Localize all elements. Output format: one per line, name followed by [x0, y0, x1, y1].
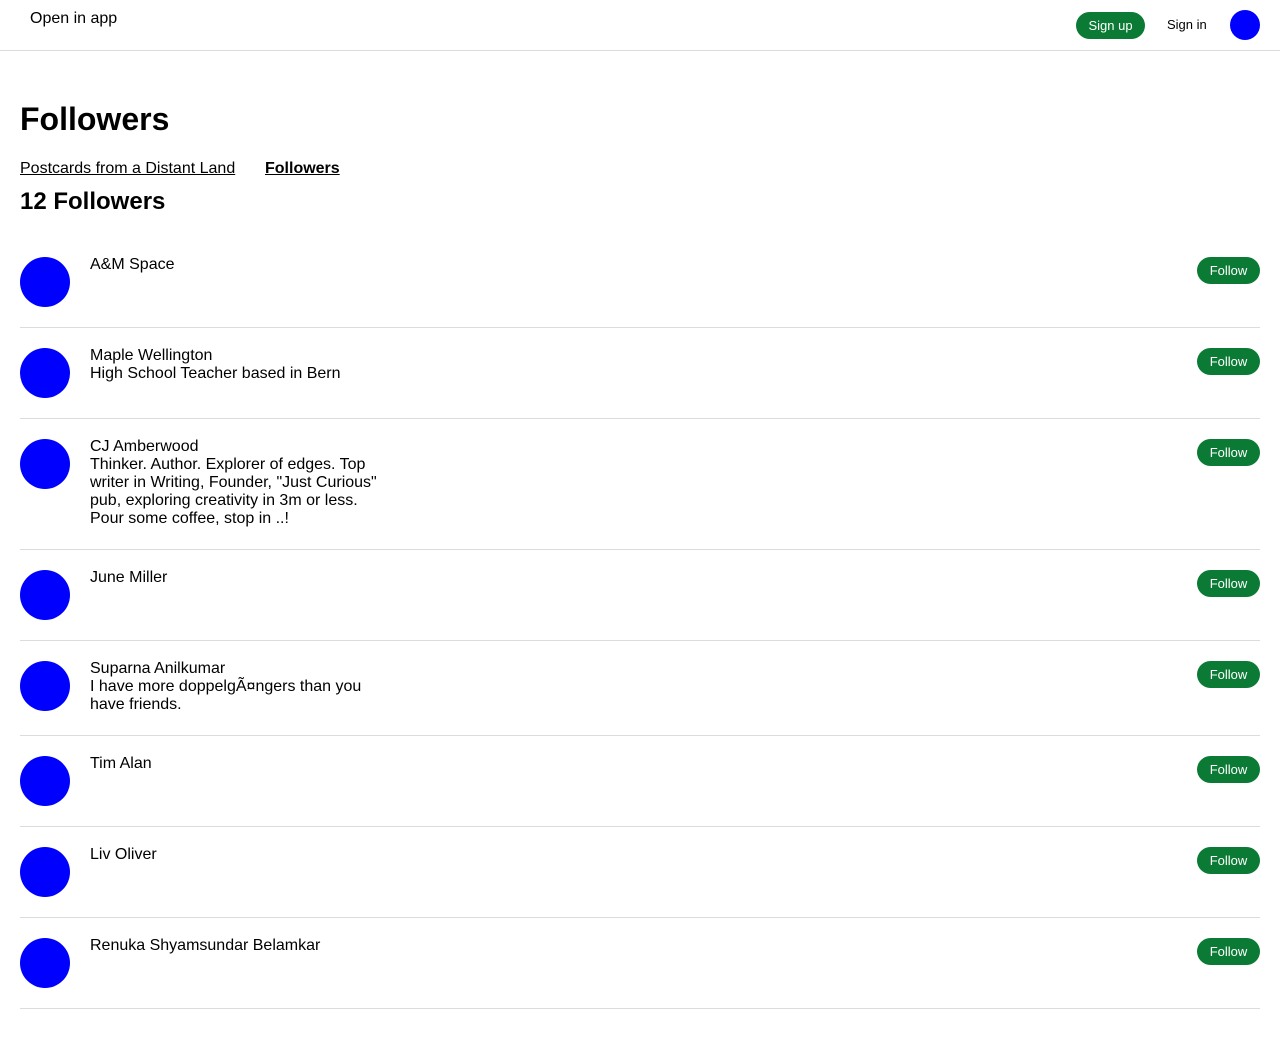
sign-up-button[interactable]: Sign up [1076, 12, 1145, 39]
sign-in-link[interactable]: Sign in [1167, 17, 1207, 32]
follower-avatar-icon[interactable] [20, 847, 70, 897]
follow-button[interactable]: Follow [1197, 938, 1260, 965]
follow-button[interactable]: Follow [1197, 257, 1260, 284]
user-avatar-icon[interactable] [1230, 10, 1260, 40]
follower-avatar-icon[interactable] [20, 570, 70, 620]
follower-row: Suparna Anilkumar I have more doppelgÃ¤n… [20, 641, 1260, 736]
follower-row: CJ Amberwood Thinker. Author. Explorer o… [20, 419, 1260, 550]
follower-row: Maple Wellington High School Teacher bas… [20, 328, 1260, 419]
follower-avatar-icon[interactable] [20, 348, 70, 398]
follow-button[interactable]: Follow [1197, 439, 1260, 466]
follower-row: Liv Oliver Follow [20, 827, 1260, 918]
follow-button[interactable]: Follow [1197, 661, 1260, 688]
follower-name[interactable]: Suparna Anilkumar [90, 660, 390, 678]
open-in-app-link[interactable]: Open in app [30, 10, 117, 28]
follower-avatar-icon[interactable] [20, 439, 70, 489]
follow-button[interactable]: Follow [1197, 847, 1260, 874]
follower-bio: High School Teacher based in Bern [90, 365, 341, 382]
follower-name[interactable]: Tim Alan [90, 755, 390, 773]
follow-button[interactable]: Follow [1197, 570, 1260, 597]
follower-name[interactable]: Liv Oliver [90, 846, 390, 864]
followers-count: 12 Followers [20, 188, 166, 215]
follower-avatar-icon[interactable] [20, 661, 70, 711]
follow-button[interactable]: Follow [1197, 348, 1260, 375]
follower-row: Tim Alan Follow [20, 736, 1260, 827]
follow-button[interactable]: Follow [1197, 756, 1260, 783]
follower-name[interactable]: June Miller [90, 569, 390, 587]
top-bar: Open in app Sign up Sign in [0, 0, 1280, 51]
follower-name[interactable]: A&M Space [90, 256, 390, 274]
follower-row: A&M Space Follow [20, 237, 1260, 328]
follower-avatar-icon[interactable] [20, 756, 70, 806]
follower-name[interactable]: Maple Wellington [90, 347, 390, 365]
follower-avatar-icon[interactable] [20, 938, 70, 988]
follower-bio: I have more doppelgÃ¤ngers than you have… [90, 678, 362, 713]
page-title: Followers [20, 101, 170, 137]
follower-avatar-icon[interactable] [20, 257, 70, 307]
follower-row: June Miller Follow [20, 550, 1260, 641]
follower-bio: Thinker. Author. Explorer of edges. Top … [90, 456, 377, 527]
followers-list: A&M Space Follow Maple Wellington High S… [20, 237, 1260, 1009]
breadcrumb-followers-link[interactable]: Followers [265, 160, 340, 178]
breadcrumb-publication-link[interactable]: Postcards from a Distant Land [20, 160, 235, 178]
follower-name[interactable]: Renuka Shyamsundar Belamkar [90, 937, 390, 955]
follower-row: Renuka Shyamsundar Belamkar Follow [20, 918, 1260, 1009]
follower-name[interactable]: CJ Amberwood [90, 438, 390, 456]
